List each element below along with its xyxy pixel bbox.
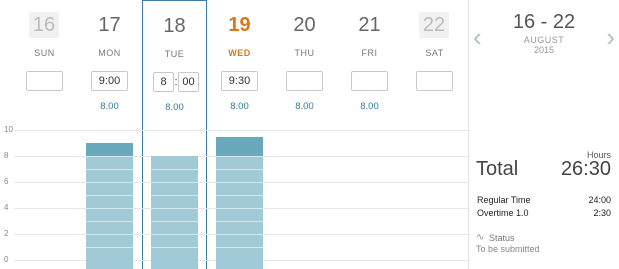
day-number: 17 (98, 14, 121, 36)
regular-time-value: 24:00 (588, 195, 611, 205)
day-total: 8.00 (165, 102, 184, 113)
bar-tue[interactable] (151, 156, 198, 269)
day-name: THU (294, 48, 315, 58)
bar-hour-line (216, 247, 263, 248)
hours-field[interactable]: 8 (153, 72, 174, 92)
bar-hour-line (216, 234, 263, 235)
bar-hour-line (86, 221, 133, 222)
bar-hour-line (86, 234, 133, 235)
time-input-sat[interactable] (416, 71, 453, 91)
bar-hour-line (151, 234, 198, 235)
y-tick-label: 0 (4, 255, 9, 264)
day-name: MON (98, 48, 121, 58)
time-input-wed[interactable]: 9:30 (221, 71, 258, 91)
day-name: FRI (361, 48, 378, 58)
overtime-value: 2:30 (593, 208, 611, 218)
bar-hour-line (86, 195, 133, 196)
day-number: 20 (293, 14, 316, 36)
bar-hour-line (86, 156, 133, 157)
overtime-label: Overtime 1.0 (477, 208, 529, 218)
y-tick-label: 2 (4, 229, 9, 238)
time-input-sun[interactable] (26, 71, 63, 91)
y-tick-label: 10 (4, 125, 13, 134)
minutes-field[interactable]: 00 (178, 72, 199, 92)
bar-hour-line (216, 221, 263, 222)
y-tick-label: 6 (4, 177, 9, 186)
y-tick-label: 4 (4, 203, 9, 212)
bar-hour-line (216, 169, 263, 170)
week-summary-panel: ‹ › 16 - 22 AUGUST 2015 Hours Total 26:3… (468, 0, 619, 269)
bar-hour-line (151, 182, 198, 183)
pulse-icon: ∿ (476, 232, 485, 243)
bar-hour-line (151, 169, 198, 170)
bar-hour-line (216, 208, 263, 209)
bar-hour-line (151, 208, 198, 209)
bar-hour-line (86, 208, 133, 209)
day-number: 16 (29, 12, 59, 38)
gridline (14, 130, 468, 131)
hours-bar-chart: 10 8 6 4 2 0 (0, 120, 468, 269)
time-input-tue: 8:00 (152, 72, 200, 92)
bar-hour-line (216, 195, 263, 196)
day-number: 22 (419, 12, 449, 38)
status-label: Status (489, 233, 515, 243)
bar-hour-line (86, 247, 133, 248)
bar-hour-line (216, 156, 263, 157)
y-tick-label: 8 (4, 151, 9, 160)
bar-hour-line (151, 195, 198, 196)
day-name: SAT (425, 48, 444, 58)
total-label: Total (476, 158, 519, 180)
day-total: 8.00 (295, 101, 314, 112)
bar-hour-line (86, 169, 133, 170)
overtime-segment (86, 143, 133, 156)
bar-hour-line (86, 182, 133, 183)
day-total: 8.00 (360, 101, 379, 112)
day-name: WED (228, 48, 251, 58)
day-number: 18 (163, 15, 186, 37)
bar-wed[interactable] (216, 136, 263, 269)
day-total: 8.00 (100, 101, 119, 112)
bar-hour-line (151, 221, 198, 222)
week-month: AUGUST (523, 35, 565, 45)
bar-hour-line (151, 247, 198, 248)
bar-hour-line (216, 182, 263, 183)
time-input-thu[interactable] (286, 71, 323, 91)
bar-mon[interactable] (86, 143, 133, 269)
time-input-fri[interactable] (351, 71, 388, 91)
day-name: TUE (164, 49, 185, 59)
week-range: 16 - 22 (512, 11, 576, 33)
time-input-mon[interactable]: 9:00 (91, 71, 128, 91)
regular-time-label: Regular Time (477, 195, 531, 205)
day-number: 19 (228, 14, 251, 36)
day-name: SUN (34, 48, 55, 58)
status-value: To be submitted (476, 244, 540, 254)
day-number: 21 (358, 14, 381, 36)
total-value: 26:30 (560, 158, 611, 180)
overtime-segment (216, 136, 263, 156)
day-total: 8.00 (230, 101, 249, 112)
week-year: 2015 (533, 45, 555, 55)
